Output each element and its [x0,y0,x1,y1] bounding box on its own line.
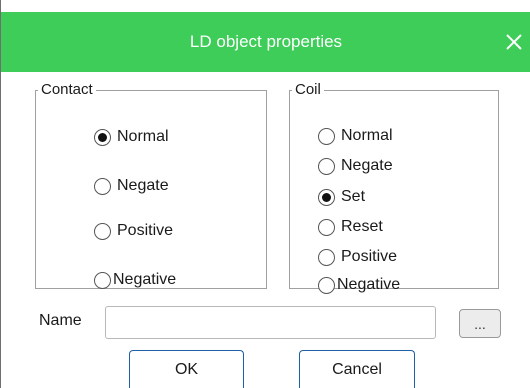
radio-circle-icon [94,271,111,289]
radio-circle-icon [318,188,335,206]
coil-reset-radio[interactable]: Reset [318,216,383,238]
contact-group: Contact Normal Negate Positive Negative [35,82,267,289]
coil-group: Coil Normal Negate Set Reset Positive Ne… [289,81,499,294]
contact-negative-radio[interactable]: Negative [94,269,176,291]
coil-set-label: Set [341,188,366,205]
radio-circle-icon [318,276,335,294]
coil-normal-label: Normal [341,127,393,144]
coil-negate-label: Negate [341,157,393,174]
contact-negative-label: Negative [113,271,177,288]
contact-positive-radio[interactable]: Positive [94,220,173,242]
ld-object-properties-dialog: LD object properties Contact Normal Nega… [0,0,530,388]
coil-normal-radio[interactable]: Normal [318,125,393,147]
cancel-button[interactable]: Cancel [299,350,415,388]
contact-negate-label: Negate [117,177,169,194]
browse-button[interactable]: ... [459,309,501,338]
radio-circle-icon [318,157,335,175]
dialog-title: LD object properties [189,32,343,51]
contact-negate-radio[interactable]: Negate [94,175,169,197]
contact-positive-label: Positive [117,222,174,239]
radio-circle-icon [318,218,335,236]
radio-circle-icon [94,128,111,146]
contact-normal-radio[interactable]: Normal [94,126,169,148]
radio-circle-icon [318,127,335,145]
coil-negative-radio[interactable]: Negative [318,274,400,296]
coil-positive-label: Positive [341,248,398,265]
close-icon[interactable] [503,31,525,53]
coil-legend: Coil [295,81,321,98]
contact-legend: Contact [41,81,93,98]
name-label: Name [39,312,82,329]
ok-button[interactable]: OK [129,350,244,388]
name-input[interactable] [105,306,436,339]
radio-circle-icon [318,248,335,266]
coil-negate-radio[interactable]: Negate [318,155,393,177]
coil-reset-label: Reset [341,218,383,235]
coil-set-radio[interactable]: Set [318,186,365,208]
radio-circle-icon [94,177,111,195]
contact-normal-label: Normal [117,128,169,145]
coil-negative-label: Negative [337,276,401,293]
coil-positive-radio[interactable]: Positive [318,246,397,268]
title-bar: LD object properties [1,12,530,72]
radio-circle-icon [94,222,111,240]
